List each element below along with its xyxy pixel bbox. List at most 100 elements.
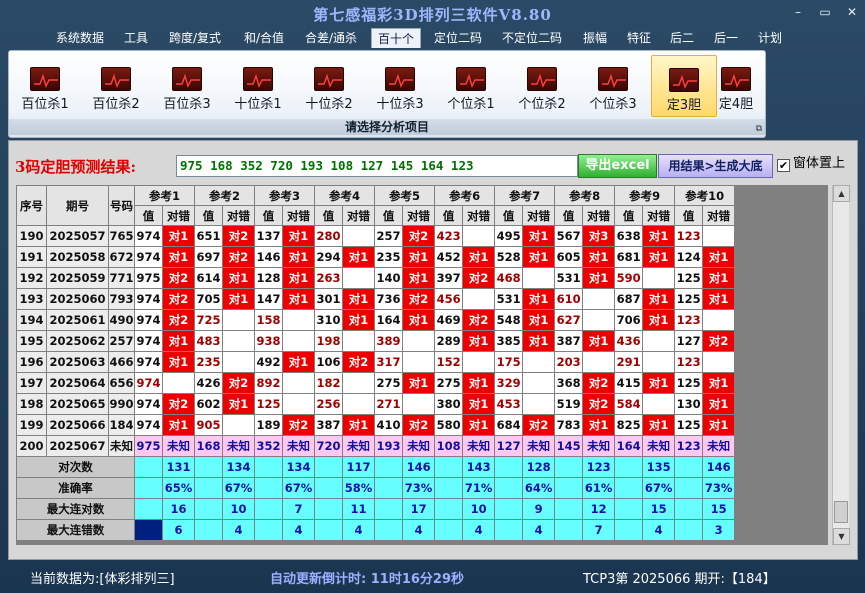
ref-value-cell[interactable]: 380 (434, 393, 464, 415)
ref-value-cell[interactable]: 567 (554, 225, 584, 247)
ref-value-cell[interactable]: 697 (194, 246, 224, 268)
ref-hit-cell[interactable]: 对1 (462, 414, 496, 436)
ref-value-cell[interactable]: 519 (554, 393, 584, 415)
ref-hit-cell[interactable] (522, 393, 556, 415)
ref-hit-cell[interactable]: 对1 (522, 330, 556, 352)
ref-value-cell[interactable]: 651 (194, 225, 224, 247)
menu-item-4[interactable]: 合差/通杀 (299, 28, 363, 48)
table-row[interactable]: 193 2025060 793 974 对2 705 对1 147 对1 301 对1 736 对2 45… (16, 288, 736, 310)
ref-value-cell[interactable]: 128 (254, 267, 284, 289)
ref-hit-cell[interactable]: 对1 (702, 393, 736, 415)
table-row[interactable]: 199 2025066 184 974 对1 905 189 对2 387 对1 410 对2 580 对… (16, 414, 736, 436)
scroll-up-icon[interactable]: ▲ (833, 185, 850, 202)
ref-hit-cell[interactable]: 对2 (342, 351, 376, 373)
ref-hit-cell[interactable]: 对1 (462, 246, 496, 268)
ref-hit-cell[interactable] (342, 267, 376, 289)
ref-hit-cell[interactable] (582, 288, 616, 310)
menu-item-6[interactable]: 定位二码 (428, 28, 488, 48)
ref-value-cell[interactable]: 436 (614, 330, 644, 352)
ref-value-cell[interactable]: 193 (374, 435, 404, 457)
ref-value-cell[interactable]: 275 (374, 372, 404, 394)
ref-value-cell[interactable]: 168 (194, 435, 224, 457)
ref-value-cell[interactable]: 602 (194, 393, 224, 415)
ref-hit-cell[interactable]: 对1 (282, 267, 316, 289)
ref-value-cell[interactable]: 528 (494, 246, 524, 268)
ref-hit-cell[interactable]: 未知 (161, 435, 196, 457)
ref-hit-cell[interactable] (402, 393, 436, 415)
ref-value-cell[interactable]: 452 (434, 246, 464, 268)
ref-hit-cell[interactable] (282, 330, 316, 352)
ref-hit-cell[interactable] (702, 225, 736, 247)
ref-hit-cell[interactable] (282, 393, 316, 415)
ref-hit-cell[interactable]: 对1 (642, 246, 676, 268)
ref-value-cell[interactable]: 975 (134, 267, 163, 289)
ref-value-cell[interactable]: 974 (134, 330, 163, 352)
export-excel-button[interactable]: 导出excel (578, 154, 657, 178)
ref-hit-cell[interactable] (161, 372, 196, 394)
ref-hit-cell[interactable]: 对2 (161, 267, 196, 289)
ref-value-cell[interactable]: 610 (554, 288, 584, 310)
ref-value-cell[interactable]: 548 (494, 309, 524, 331)
ref-hit-cell[interactable]: 对1 (702, 267, 736, 289)
ref-value-cell[interactable]: 974 (134, 372, 163, 394)
ref-hit-cell[interactable] (462, 288, 496, 310)
ribbon-button-3[interactable]: 十位杀1 (225, 55, 291, 117)
ref-hit-cell[interactable]: 对2 (161, 309, 196, 331)
ref-hit-cell[interactable]: 对1 (282, 351, 316, 373)
ref-hit-cell[interactable] (522, 372, 556, 394)
scroll-thumb[interactable] (834, 501, 848, 523)
ref-hit-cell[interactable] (222, 330, 256, 352)
scroll-down-icon[interactable]: ▼ (833, 528, 850, 545)
ref-hit-cell[interactable] (342, 225, 376, 247)
ref-hit-cell[interactable]: 对1 (342, 288, 376, 310)
ref-hit-cell[interactable]: 对1 (582, 414, 616, 436)
menu-item-5[interactable]: 百十个 (371, 28, 421, 48)
ref-value-cell[interactable]: 389 (374, 330, 404, 352)
ref-value-cell[interactable]: 280 (314, 225, 344, 247)
table-row[interactable]: 194 2025061 490 974 对2 725 158 310 对1 164 对1 469 对2 5… (16, 309, 736, 331)
ref-value-cell[interactable]: 387 (554, 330, 584, 352)
ref-value-cell[interactable]: 397 (434, 267, 464, 289)
ref-value-cell[interactable]: 974 (134, 246, 163, 268)
ref-value-cell[interactable]: 385 (494, 330, 524, 352)
ribbon-expand-icon[interactable]: ⧉ (756, 124, 762, 134)
ref-value-cell[interactable]: 736 (374, 288, 404, 310)
ref-value-cell[interactable]: 892 (254, 372, 284, 394)
ref-value-cell[interactable]: 974 (134, 288, 163, 310)
ref-value-cell[interactable]: 125 (674, 267, 704, 289)
menu-item-1[interactable]: 工具 (119, 28, 153, 48)
ref-hit-cell[interactable]: 对2 (402, 414, 436, 436)
ref-value-cell[interactable]: 189 (254, 414, 284, 436)
ref-value-cell[interactable]: 127 (494, 435, 524, 457)
ref-value-cell[interactable]: 468 (494, 267, 524, 289)
ref-hit-cell[interactable]: 对2 (702, 330, 736, 352)
ref-value-cell[interactable]: 145 (554, 435, 584, 457)
ref-hit-cell[interactable]: 对2 (222, 246, 256, 268)
ref-value-cell[interactable]: 605 (554, 246, 584, 268)
ref-value-cell[interactable]: 175 (494, 351, 524, 373)
ref-value-cell[interactable]: 271 (374, 393, 404, 415)
ref-value-cell[interactable]: 492 (254, 351, 284, 373)
ref-value-cell[interactable]: 410 (374, 414, 404, 436)
ref-hit-cell[interactable] (462, 351, 496, 373)
ref-hit-cell[interactable] (282, 309, 316, 331)
ref-hit-cell[interactable] (642, 330, 676, 352)
ref-value-cell[interactable]: 140 (374, 267, 404, 289)
ref-hit-cell[interactable]: 对1 (222, 393, 256, 415)
ref-hit-cell[interactable]: 对2 (282, 414, 316, 436)
ribbon-button-4[interactable]: 十位杀2 (296, 55, 362, 117)
ref-value-cell[interactable]: 301 (314, 288, 344, 310)
ref-hit-cell[interactable]: 未知 (702, 435, 736, 457)
ref-hit-cell[interactable] (462, 225, 496, 247)
ref-value-cell[interactable]: 289 (434, 330, 464, 352)
ref-value-cell[interactable]: 182 (314, 372, 344, 394)
ref-hit-cell[interactable]: 对1 (402, 246, 436, 268)
ref-hit-cell[interactable] (522, 351, 556, 373)
ref-hit-cell[interactable] (282, 372, 316, 394)
ref-hit-cell[interactable]: 对1 (161, 351, 196, 373)
ribbon-button-7[interactable]: 个位杀2 (509, 55, 575, 117)
ref-value-cell[interactable]: 147 (254, 288, 284, 310)
menu-item-12[interactable]: 计划 (753, 28, 787, 48)
ref-hit-cell[interactable]: 对2 (402, 225, 436, 247)
ref-value-cell[interactable]: 638 (614, 225, 644, 247)
